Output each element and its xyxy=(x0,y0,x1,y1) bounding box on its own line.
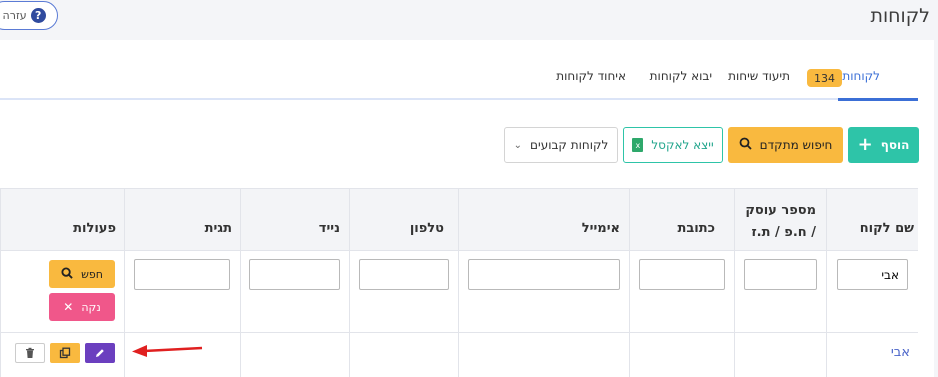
fixed-customers-label: לקוחות קבועים xyxy=(530,138,609,152)
tab-active-indicator xyxy=(838,98,918,101)
column-divider xyxy=(240,188,241,377)
column-header-email[interactable]: אימייל xyxy=(582,221,620,236)
tab-merge-customers[interactable]: איחוד לקוחות xyxy=(556,69,626,83)
column-header-actions: פעולות xyxy=(73,221,116,236)
column-header-business-id[interactable]: מספר עוסק / ח.פ / ת.ז xyxy=(741,200,816,244)
column-divider xyxy=(734,188,735,377)
help-label: עזרה xyxy=(2,9,27,22)
close-icon: ✕ xyxy=(63,300,74,314)
duplicate-button[interactable] xyxy=(50,343,80,363)
annotation-arrow xyxy=(132,345,203,357)
filter-customer-name-input[interactable] xyxy=(837,259,908,290)
row-divider xyxy=(0,332,918,333)
search-icon xyxy=(61,266,73,282)
column-divider xyxy=(349,188,350,377)
add-button[interactable]: הוסף + xyxy=(848,127,919,163)
column-header-customer-name[interactable]: שם לקוח xyxy=(860,221,914,236)
help-button[interactable]: ? עזרה ⌄ xyxy=(0,1,58,30)
filter-address-input[interactable] xyxy=(639,259,725,290)
column-divider xyxy=(0,188,1,377)
column-header-tag: תגית xyxy=(204,221,232,236)
filter-clear-button[interactable]: נקה ✕ xyxy=(49,293,115,321)
fixed-customers-dropdown[interactable]: לקוחות קבועים ⌄ xyxy=(504,127,618,163)
filter-clear-label: נקה xyxy=(81,300,101,314)
tabs-divider xyxy=(0,98,918,100)
copy-icon xyxy=(59,344,71,363)
export-excel-button[interactable]: ייצא לאקסל x xyxy=(623,127,723,163)
filter-search-label: חפש xyxy=(81,267,103,281)
trash-icon xyxy=(24,344,36,363)
column-divider xyxy=(629,188,630,377)
row-divider xyxy=(0,250,918,251)
filter-business-id-input[interactable] xyxy=(744,259,817,290)
add-label: הוסף xyxy=(880,138,910,152)
plus-icon: + xyxy=(857,134,873,155)
column-header-phone[interactable]: טלפון xyxy=(410,221,444,236)
column-header-mobile[interactable]: נייד xyxy=(319,221,340,236)
search-icon xyxy=(739,137,752,153)
filter-phone-input[interactable] xyxy=(359,259,449,290)
question-icon: ? xyxy=(30,8,46,23)
customer-name-link[interactable]: אבי xyxy=(891,345,910,360)
advanced-search-button[interactable]: חיפוש מתקדם xyxy=(728,127,843,163)
tab-call-log[interactable]: תיעוד שיחות xyxy=(728,69,790,83)
column-header-address[interactable]: כתובת xyxy=(677,221,715,236)
filter-search-button[interactable]: חפש xyxy=(49,260,115,288)
filter-tag-input[interactable] xyxy=(134,259,230,290)
delete-button[interactable] xyxy=(15,343,45,363)
column-divider xyxy=(458,188,459,377)
tab-customers[interactable]: לקוחות xyxy=(842,69,880,83)
column-divider xyxy=(124,188,125,377)
page-title: לקוחות xyxy=(870,5,930,27)
excel-file-icon: x xyxy=(632,138,644,152)
chevron-down-icon: ⌄ xyxy=(513,139,523,151)
tab-import-customers[interactable]: יבוא לקוחות xyxy=(650,69,712,83)
filter-email-input[interactable] xyxy=(468,259,620,290)
tab-customers-count-badge: 134 xyxy=(807,69,842,87)
export-excel-label: ייצא לאקסל xyxy=(651,138,714,152)
pencil-icon xyxy=(94,344,106,363)
advanced-search-label: חיפוש מתקדם xyxy=(759,138,833,152)
column-divider xyxy=(826,188,827,377)
edit-button[interactable] xyxy=(85,343,115,363)
filter-mobile-input[interactable] xyxy=(249,259,340,290)
